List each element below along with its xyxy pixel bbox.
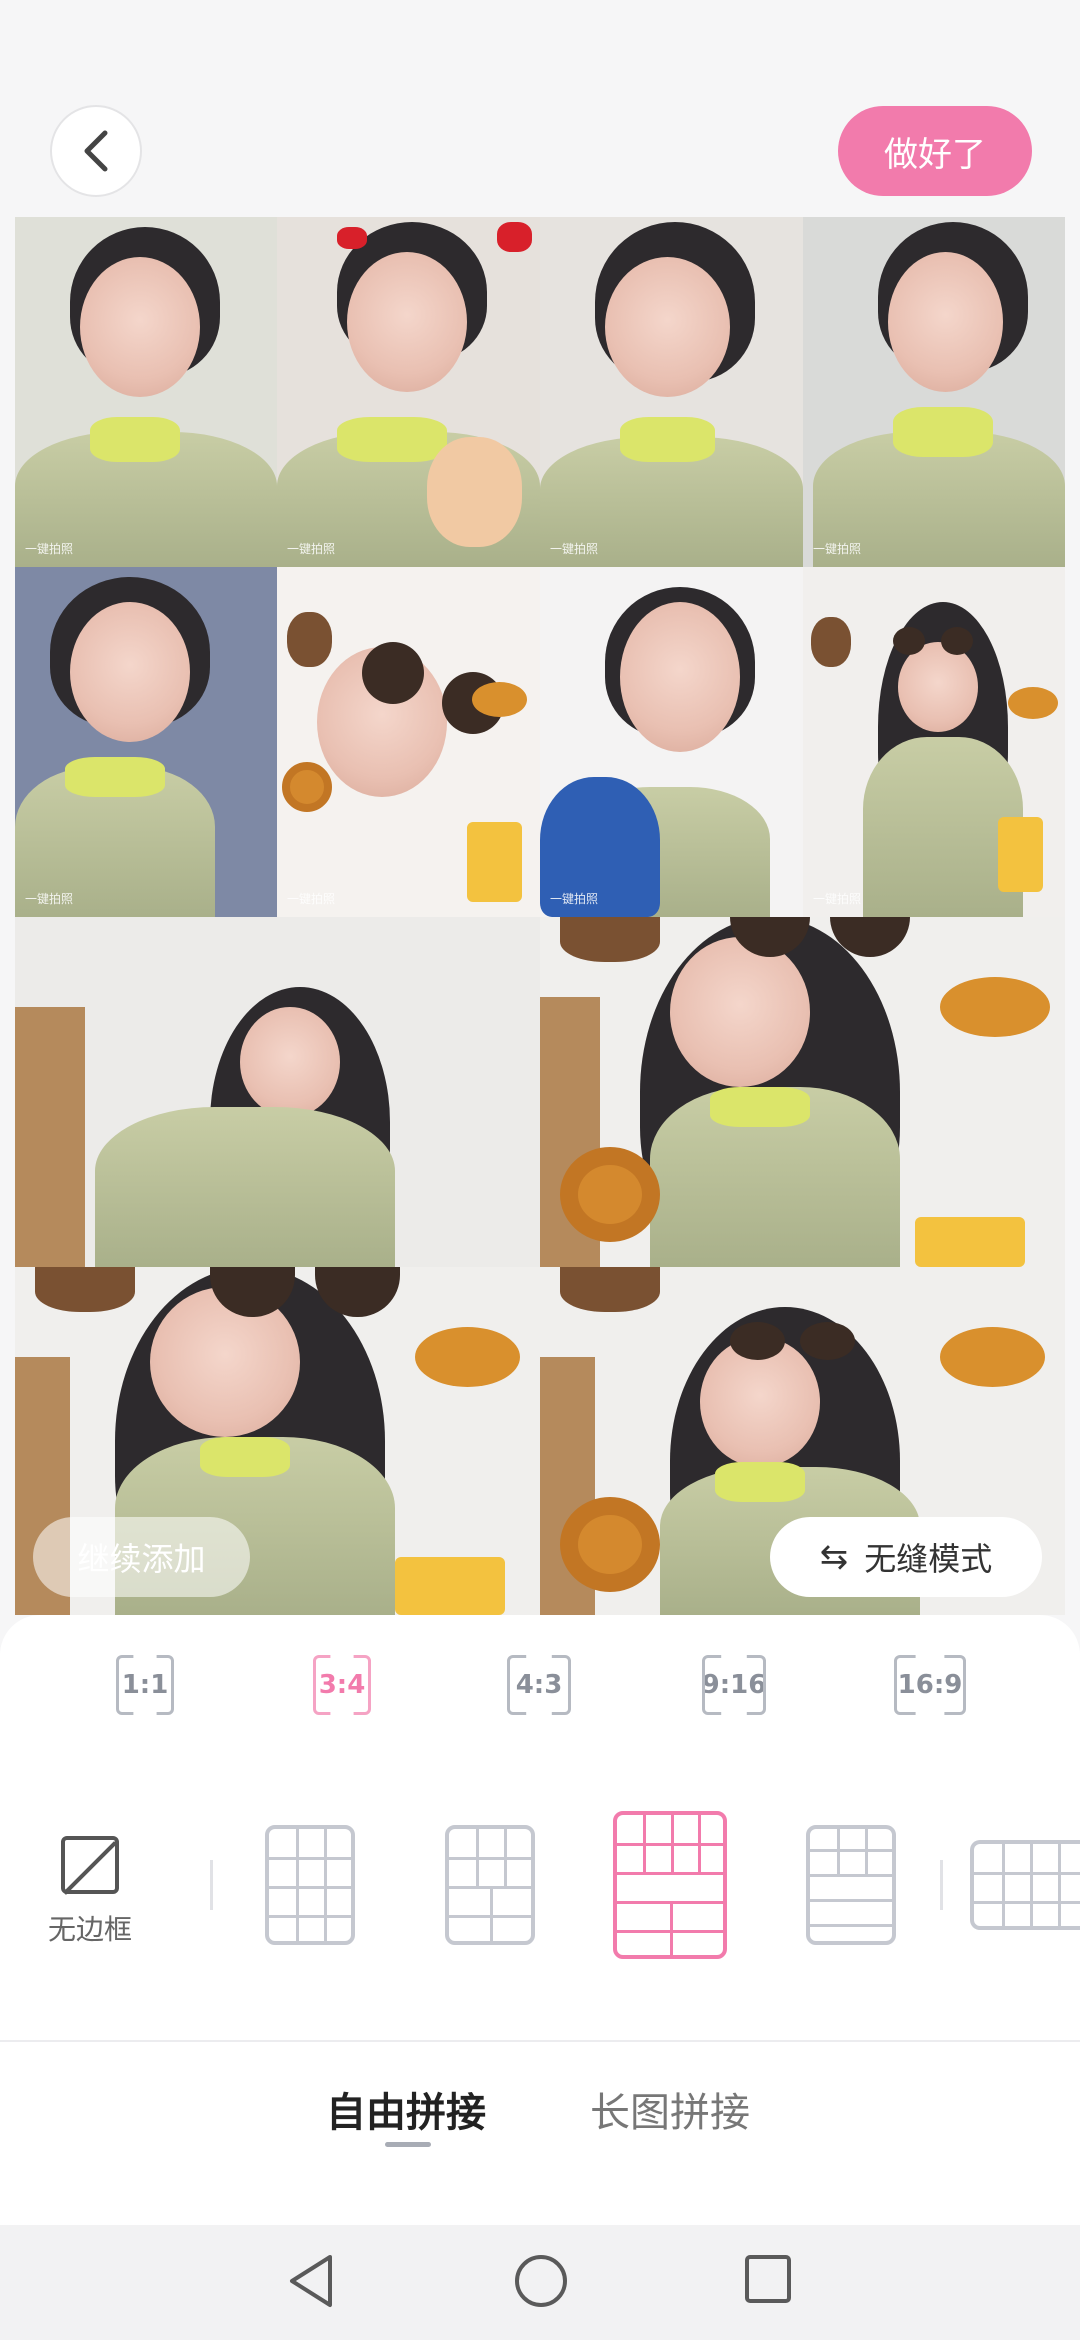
watermark: 一键拍照 xyxy=(813,542,862,556)
seamless-mode-button[interactable]: ⇆ 无缝模式 xyxy=(770,1517,1042,1597)
collage-photo[interactable]: 一键拍照 xyxy=(540,567,803,917)
layout-option-3-selected[interactable] xyxy=(613,1811,727,1959)
ratio-frame-icon xyxy=(116,1655,174,1715)
ratio-option-16-9[interactable]: 16:9 xyxy=(894,1655,966,1715)
ratio-frame-icon xyxy=(313,1655,371,1715)
collage-photo[interactable]: 一键拍照 xyxy=(540,217,803,567)
tab-indicator xyxy=(385,2142,431,2147)
divider xyxy=(940,1860,943,1910)
no-border-option[interactable]: 无边框 xyxy=(30,1830,150,1970)
bow-icon xyxy=(497,222,532,252)
croissant-sticker xyxy=(472,682,527,717)
watermark: 一键拍照 xyxy=(25,542,74,556)
ratio-option-1-1[interactable]: 1:1 xyxy=(116,1655,174,1715)
collage-photo[interactable] xyxy=(540,917,1065,1267)
croissant-sticker xyxy=(1008,687,1058,719)
watermark: 一键拍照 xyxy=(550,542,599,556)
layout-option-5[interactable] xyxy=(970,1840,1080,1930)
no-border-icon xyxy=(61,1836,119,1894)
ratio-frame-icon xyxy=(702,1655,766,1715)
divider xyxy=(210,1860,213,1910)
donut-sticker xyxy=(560,1147,660,1242)
chevron-left-icon xyxy=(84,130,108,172)
fries-sticker xyxy=(467,822,522,902)
watermark: 一键拍照 xyxy=(25,892,74,906)
ratio-frame-icon xyxy=(507,1655,571,1715)
teddy-bear-sticker xyxy=(287,612,332,667)
watermark: 一键拍照 xyxy=(550,892,599,906)
collage-photo[interactable] xyxy=(15,917,540,1267)
teddy-bear-sticker xyxy=(560,1267,660,1312)
fries-sticker xyxy=(998,817,1043,892)
donut-sticker xyxy=(282,762,332,812)
tab-free-collage[interactable]: 自由拼接 xyxy=(326,2080,486,2138)
layout-option-1[interactable] xyxy=(265,1825,355,1945)
no-border-label: 无边框 xyxy=(47,1913,132,1946)
collage-photo[interactable]: 一键拍照 xyxy=(803,567,1065,917)
bow-icon xyxy=(337,227,367,249)
fries-sticker xyxy=(395,1557,505,1615)
ratio-option-3-4[interactable]: 3:4 xyxy=(313,1655,371,1715)
layout-option-4[interactable] xyxy=(806,1825,896,1945)
door-frame xyxy=(15,1007,85,1267)
ratio-frame-icon xyxy=(894,1655,966,1715)
teddy-bear-sticker xyxy=(811,617,851,667)
done-button[interactable]: 做好了 xyxy=(838,106,1032,196)
croissant-sticker xyxy=(940,1327,1045,1387)
seamless-mode-label: 无缝模式 xyxy=(864,1540,993,1578)
swap-arrows-icon: ⇆ xyxy=(819,1537,849,1577)
watermark: 一键拍照 xyxy=(813,892,862,906)
croissant-sticker xyxy=(415,1327,520,1387)
sunglasses-sticker xyxy=(730,917,920,962)
ratio-option-4-3[interactable]: 4:3 xyxy=(507,1655,571,1715)
cartoon-cat-sticker xyxy=(427,437,522,547)
teddy-bear-sticker xyxy=(560,917,660,962)
tab-long-image-collage[interactable]: 长图拼接 xyxy=(590,2080,750,2138)
square-recent-icon[interactable] xyxy=(743,2253,793,2305)
sunglasses-sticker xyxy=(893,627,978,657)
sunglasses-sticker xyxy=(730,1322,860,1362)
teddy-bear-sticker xyxy=(35,1267,135,1312)
collage-photo[interactable]: 一键拍照 xyxy=(277,567,540,917)
watermark: 一键拍照 xyxy=(287,542,336,556)
separator xyxy=(0,2040,1080,2042)
watermark: 一键拍照 xyxy=(287,892,336,906)
top-bar: 做好了 xyxy=(0,0,1080,215)
collage-photo[interactable]: 一键拍照 xyxy=(15,567,277,917)
collage-photo[interactable]: 一键拍照 xyxy=(803,217,1065,567)
donut-sticker xyxy=(560,1497,660,1592)
layout-option-2[interactable] xyxy=(445,1825,535,1945)
collage-photo[interactable]: 一键拍照 xyxy=(15,217,277,567)
triangle-back-icon[interactable] xyxy=(286,2253,336,2309)
add-more-button[interactable]: 继续添加 xyxy=(33,1517,250,1597)
collage-photo[interactable]: 一键拍照 xyxy=(277,217,540,567)
sunglasses-sticker xyxy=(210,1267,410,1322)
collage-canvas[interactable]: 一键拍照 一键拍照 一键拍照 一键拍照 一键拍照 一键拍照 一键拍照 一键拍照 xyxy=(15,217,1065,1615)
circle-home-icon[interactable] xyxy=(513,2253,569,2309)
ratio-option-9-16[interactable]: 9:16 xyxy=(702,1655,766,1715)
fries-sticker xyxy=(915,1217,1025,1267)
back-button[interactable] xyxy=(50,105,142,197)
croissant-sticker xyxy=(940,977,1050,1037)
